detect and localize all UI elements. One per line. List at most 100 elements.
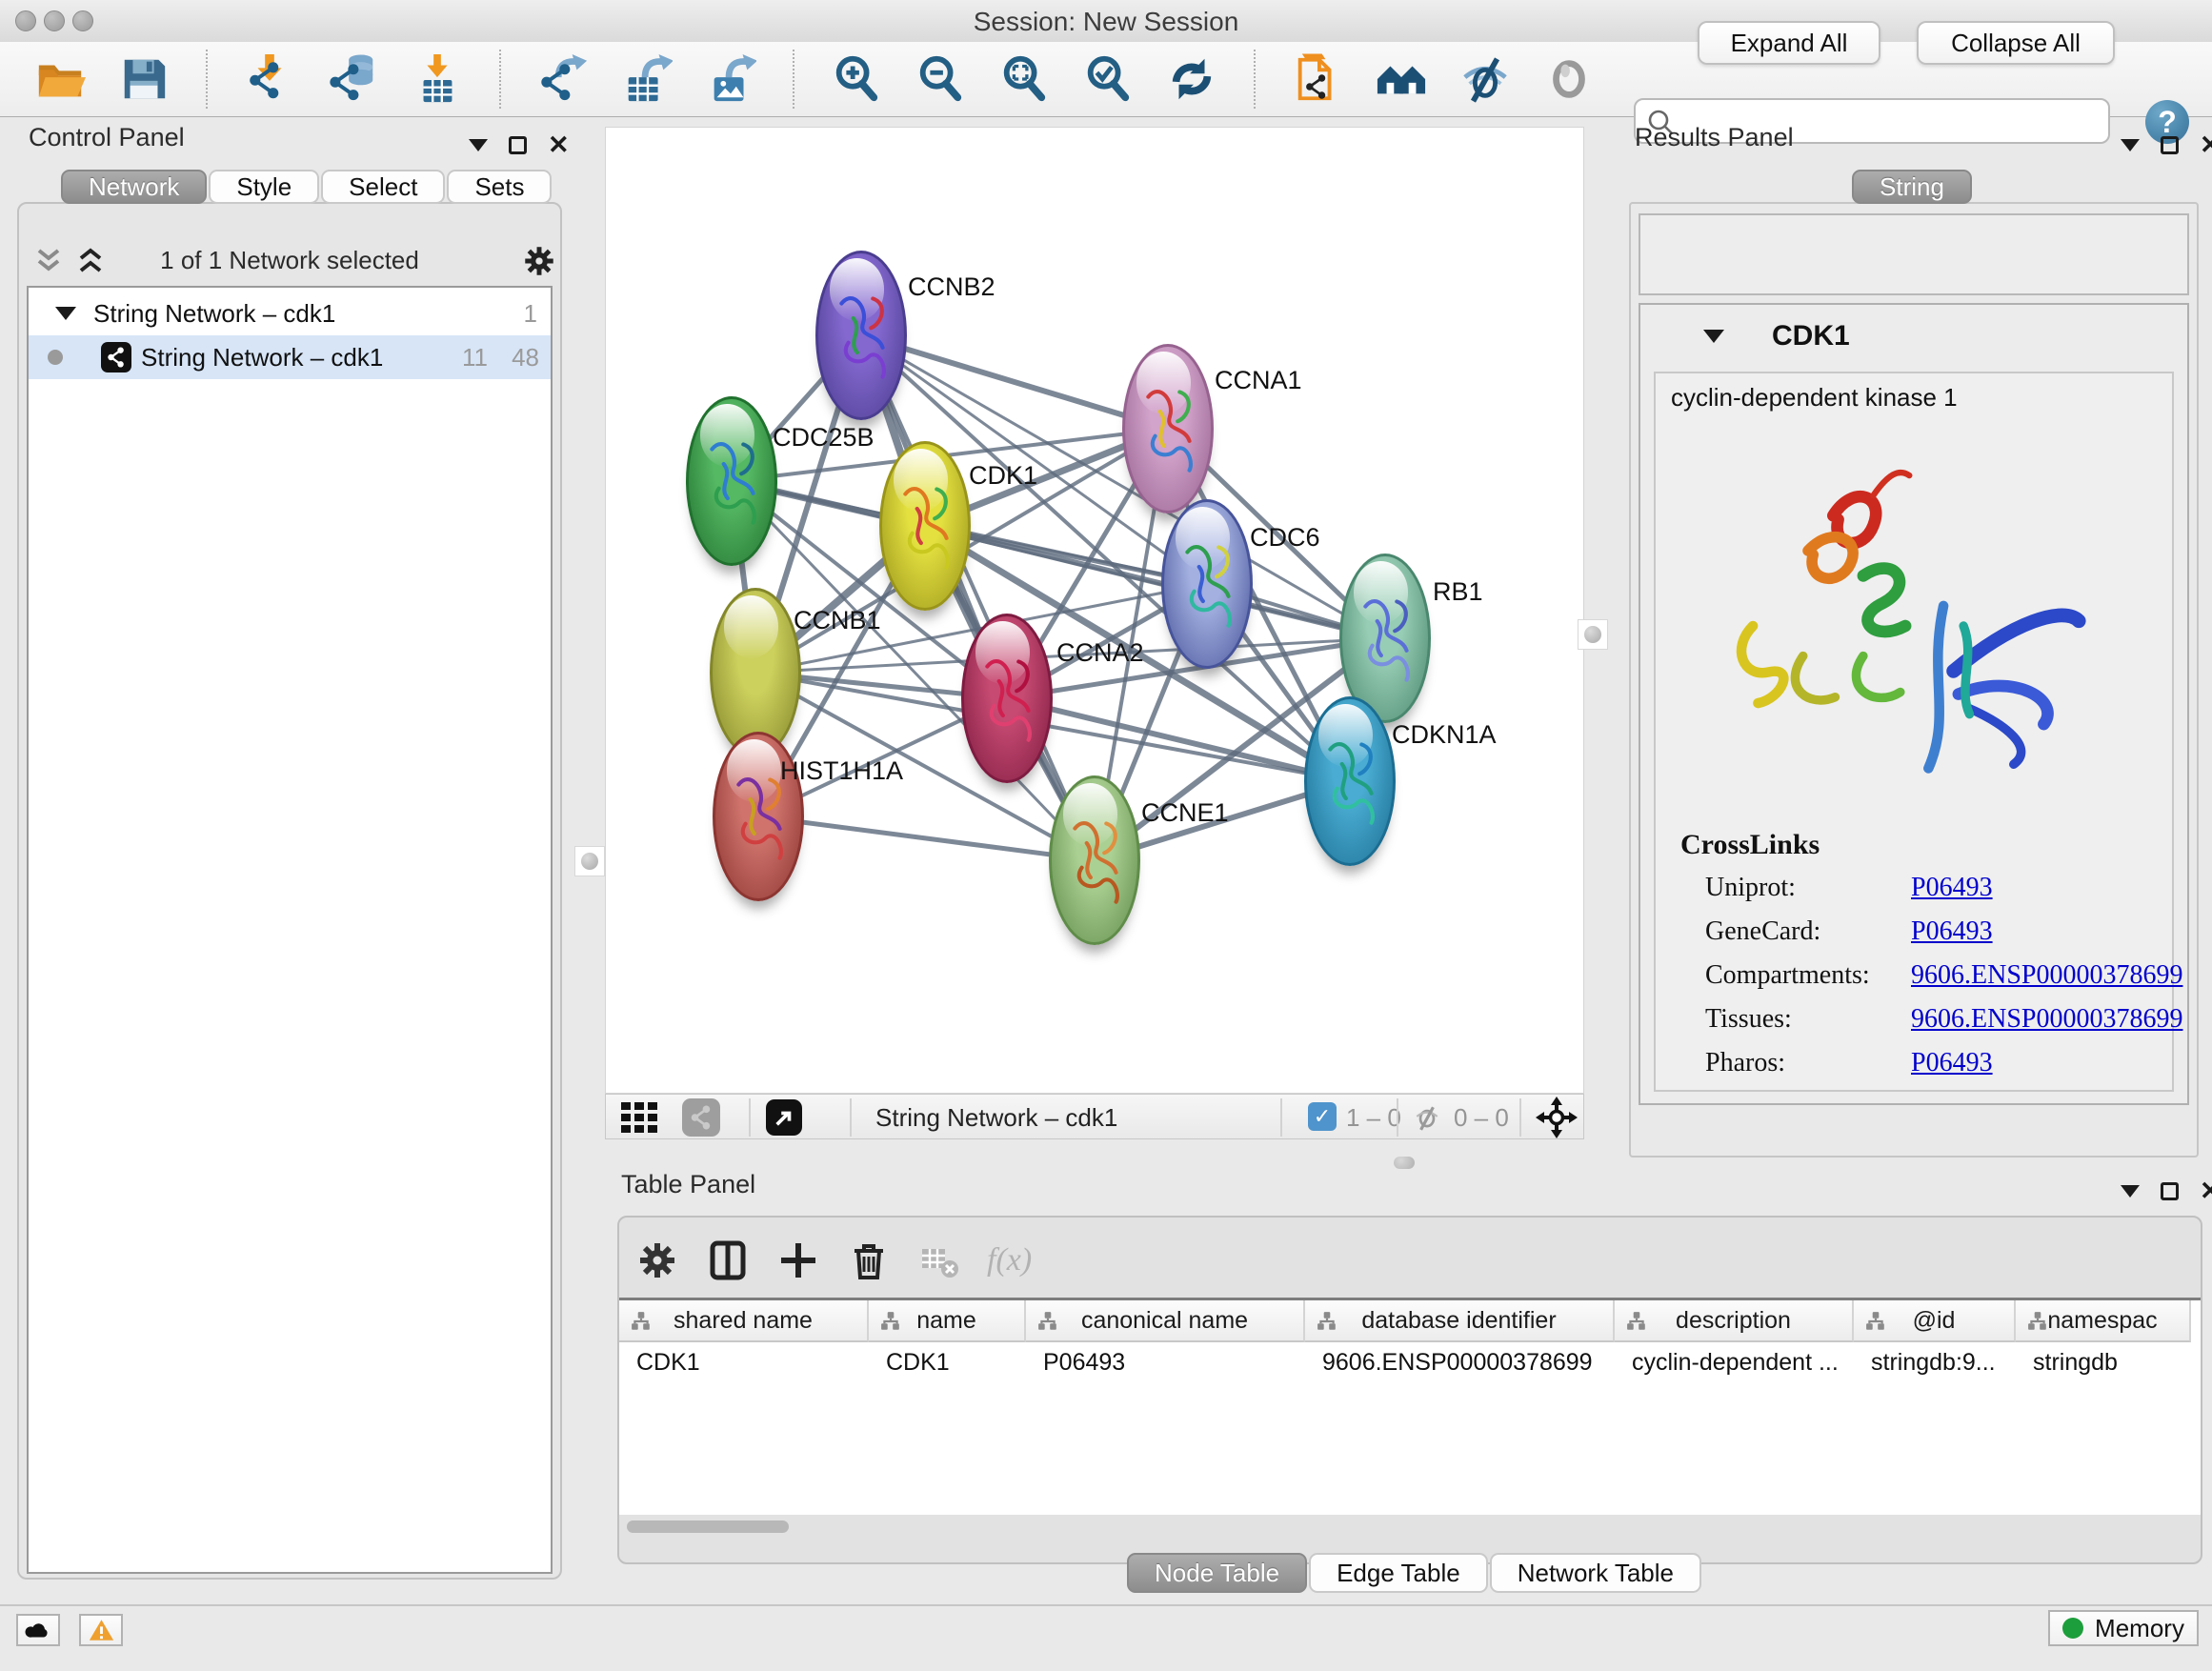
node-count: 11 <box>440 343 488 372</box>
results-tab-string[interactable]: String <box>1852 170 1972 204</box>
tab-network[interactable]: Network <box>61 170 207 204</box>
selected-nodes-checkbox[interactable]: ✓ <box>1308 1102 1337 1131</box>
expand-all-button[interactable]: Expand All <box>1698 21 1880 65</box>
column-header-database-identifier[interactable]: database identifier <box>1305 1300 1615 1342</box>
crosslink-link[interactable]: P06493 <box>1911 873 1993 903</box>
network-node-ccna1[interactable] <box>1122 344 1214 513</box>
import-network-database-icon[interactable] <box>326 51 381 107</box>
network-row[interactable]: String Network – cdk1 11 48 <box>29 335 551 379</box>
gene-section: CDK1 cyclin-dependent kinase 1 CrossLink… <box>1639 303 2189 1105</box>
delete-column-trash-icon[interactable] <box>846 1238 892 1283</box>
tab-select[interactable]: Select <box>321 170 445 204</box>
table-cell[interactable]: cyclin-dependent ... <box>1615 1342 1854 1382</box>
network-node-cdk1[interactable] <box>879 441 971 611</box>
bottom-splitter-handle[interactable] <box>1394 1157 1415 1169</box>
refresh-icon[interactable] <box>1164 51 1219 107</box>
column-header-namespac[interactable]: namespac <box>2016 1300 2191 1342</box>
network-node-ccne1[interactable] <box>1049 775 1140 945</box>
control-panel-title: Control Panel <box>29 123 185 152</box>
column-header-description[interactable]: description <box>1615 1300 1854 1342</box>
tab-sets[interactable]: Sets <box>447 170 552 204</box>
crosslink-link[interactable]: 9606.ENSP00000378699 <box>1911 960 2182 991</box>
network-node-ccnb2[interactable] <box>815 251 907 420</box>
float-panel-icon[interactable] <box>2161 136 2179 154</box>
network-edge[interactable] <box>758 816 1095 860</box>
table-cell[interactable]: CDK1 <box>869 1342 1026 1382</box>
table-cell[interactable]: P06493 <box>1026 1342 1305 1382</box>
network-node-cdkn1a[interactable] <box>1304 696 1396 866</box>
edge-count: 48 <box>492 343 539 372</box>
zoom-selected-icon[interactable] <box>1080 51 1136 107</box>
create-column-icon[interactable] <box>775 1238 821 1283</box>
cloud-button[interactable] <box>16 1614 60 1646</box>
crosslink-link[interactable]: 9606.ENSP00000378699 <box>1911 1004 2182 1035</box>
table-tab-network-table[interactable]: Network Table <box>1490 1553 1701 1593</box>
birdseye-view-icon[interactable] <box>621 1102 661 1133</box>
node-table: shared namenamecanonical namedatabase id… <box>619 1298 2201 1515</box>
crosslink-link[interactable]: P06493 <box>1911 1048 1993 1078</box>
zoom-in-icon[interactable] <box>829 51 884 107</box>
column-header-shared-name[interactable]: shared name <box>619 1300 869 1342</box>
protein-structure-image <box>1713 450 2094 802</box>
network-node-cdc25b[interactable] <box>686 396 777 566</box>
open-session-icon[interactable] <box>32 51 88 107</box>
gene-section-header[interactable]: CDK1 <box>1640 305 2187 372</box>
collapse-panel-icon[interactable] <box>2121 139 2140 151</box>
save-session-icon[interactable] <box>116 51 171 107</box>
table-options-gear-icon[interactable] <box>634 1238 680 1283</box>
network-node-cdc6[interactable] <box>1161 499 1253 669</box>
close-panel-icon[interactable]: ✕ <box>2200 1181 2212 1200</box>
column-header-id[interactable]: @id <box>1854 1300 2016 1342</box>
table-tab-node-table[interactable]: Node Table <box>1127 1553 1307 1593</box>
warnings-button[interactable] <box>79 1614 123 1646</box>
import-table-icon[interactable] <box>410 51 465 107</box>
float-panel-icon[interactable] <box>2161 1182 2179 1200</box>
table-tab-edge-table[interactable]: Edge Table <box>1309 1553 1488 1593</box>
collapse-all-button[interactable]: Collapse All <box>1917 21 2115 65</box>
export-table-icon[interactable] <box>619 51 674 107</box>
node-label-ccna1: CCNA1 <box>1215 366 1302 395</box>
column-header-label: description <box>1676 1307 1791 1335</box>
collection-expanded-icon[interactable] <box>55 307 76 320</box>
memory-button[interactable]: Memory <box>2048 1610 2199 1646</box>
column-header-name[interactable]: name <box>869 1300 1026 1342</box>
crosslink-link[interactable]: P06493 <box>1911 916 1993 947</box>
string-document-icon[interactable] <box>1290 51 1345 107</box>
network-type-icon <box>682 1098 720 1137</box>
export-network-icon[interactable] <box>535 51 591 107</box>
zoom-fit-icon[interactable] <box>996 51 1052 107</box>
table-horizontal-scrollbar[interactable] <box>627 1520 789 1533</box>
section-expanded-icon[interactable] <box>1703 330 1724 343</box>
network-collection-row[interactable]: String Network – cdk1 1 <box>29 292 551 335</box>
export-image-icon[interactable] <box>703 51 758 107</box>
network-options-gear-icon[interactable] <box>522 244 556 278</box>
table-cell[interactable]: stringdb:9... <box>1854 1342 2016 1382</box>
import-network-file-icon[interactable] <box>242 51 297 107</box>
collapse-panel-icon[interactable] <box>469 139 488 151</box>
hidden-items-icon[interactable] <box>1412 1103 1442 1132</box>
table-cell[interactable]: stringdb <box>2016 1342 2191 1382</box>
table-cell[interactable]: CDK1 <box>619 1342 869 1382</box>
tab-style[interactable]: Style <box>209 170 319 204</box>
column-header-canonical-name[interactable]: canonical name <box>1026 1300 1305 1342</box>
close-panel-icon[interactable]: ✕ <box>548 135 570 154</box>
homes-icon[interactable] <box>1374 51 1429 107</box>
table-cell[interactable]: 9606.ENSP00000378699 <box>1305 1342 1615 1382</box>
table-row[interactable]: CDK1CDK1P064939606.ENSP00000378699cyclin… <box>619 1342 2201 1382</box>
collapse-panel-icon[interactable] <box>2121 1185 2140 1198</box>
show-columns-icon[interactable] <box>705 1238 751 1283</box>
eye-icon[interactable] <box>1541 51 1597 107</box>
table-toolbar: f(x) <box>634 1227 1032 1294</box>
zoom-out-icon[interactable] <box>913 51 968 107</box>
results-panel-controls <box>1639 213 2189 295</box>
network-node-ccna2[interactable] <box>961 614 1053 783</box>
network-canvas[interactable]: CCNB2CCNA1CDC25BCDK1CDC6RB1CCNB1CCNA2CDK… <box>605 127 1584 1094</box>
protein-structure-thumbnail <box>1357 587 1417 690</box>
open-view-button[interactable] <box>766 1099 802 1136</box>
float-panel-icon[interactable] <box>509 136 527 154</box>
close-panel-icon[interactable]: ✕ <box>2200 135 2212 154</box>
toggle-visibility-icon[interactable] <box>1458 51 1513 107</box>
toolbar-separator <box>749 1098 751 1137</box>
left-splitter-handle[interactable] <box>574 846 605 876</box>
fit-selected-crosshair-icon[interactable] <box>1536 1097 1578 1138</box>
